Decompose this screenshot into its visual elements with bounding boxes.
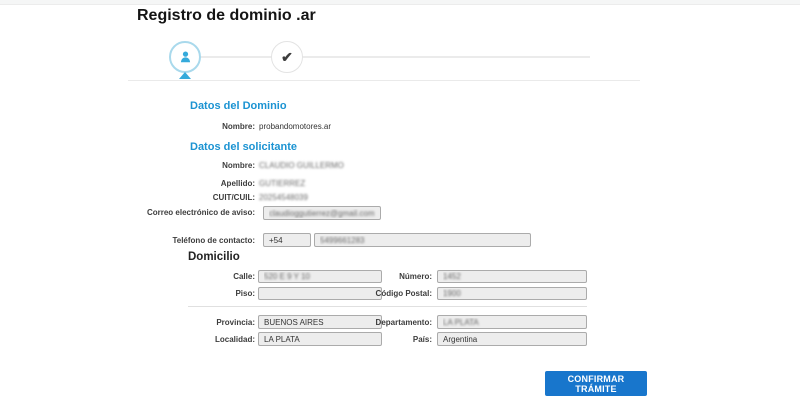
value-dominio-nombre: probandomotores.ar	[259, 122, 332, 131]
page-title: Registro de dominio .ar	[137, 7, 316, 24]
department-field[interactable]	[437, 315, 587, 329]
value-apellido: GUTIERREZ	[259, 179, 306, 188]
label-numero: Número:	[399, 272, 432, 281]
label-correo-aviso: Correo electrónico de aviso:	[146, 208, 255, 217]
label-codigo-postal: Código Postal:	[375, 289, 432, 298]
label-dominio-nombre: Nombre:	[222, 122, 255, 131]
postal-code-field[interactable]	[437, 287, 587, 300]
value-cuit-cuil: 20254548039	[259, 193, 308, 202]
label-apellido: Apellido:	[220, 179, 255, 188]
label-pais: País:	[412, 335, 432, 344]
section-heading-domicilio: Domicilio	[188, 251, 240, 263]
stepper-step-datos-solicitante[interactable]	[169, 41, 201, 73]
active-step-pointer-icon	[179, 72, 191, 79]
email-field[interactable]	[263, 206, 381, 220]
label-departamento: Departamento:	[375, 318, 432, 327]
value-nombre: CLAUDIO GUILLERMO	[259, 161, 344, 170]
confirm-tramite-button[interactable]: CONFIRMAR TRÁMITE	[545, 371, 647, 396]
phone-prefix-field[interactable]	[263, 233, 311, 247]
label-localidad: Localidad:	[214, 335, 255, 344]
label-cuit-cuil: CUIT/CUIL:	[212, 193, 255, 202]
person-icon	[180, 51, 190, 62]
section-heading-solicitante: Datos del solicitante	[190, 141, 297, 153]
street-number-field[interactable]	[437, 270, 587, 283]
phone-number-field[interactable]	[314, 233, 531, 247]
country-field[interactable]	[437, 332, 587, 346]
stepper-connector-line	[185, 56, 590, 58]
section-heading-dominio: Datos del Dominio	[190, 100, 287, 112]
label-calle: Calle:	[233, 272, 255, 281]
domicilio-divider	[188, 306, 587, 307]
top-strip	[0, 0, 800, 5]
stepper-divider	[128, 80, 640, 81]
label-nombre: Nombre:	[222, 161, 255, 170]
label-telefono-contacto: Teléfono de contacto:	[172, 236, 255, 245]
stepper-step-confirmacion[interactable]: ✔	[271, 41, 303, 73]
check-icon: ✔	[281, 49, 293, 65]
label-piso: Piso:	[235, 289, 255, 298]
label-provincia: Provincia:	[216, 318, 255, 327]
